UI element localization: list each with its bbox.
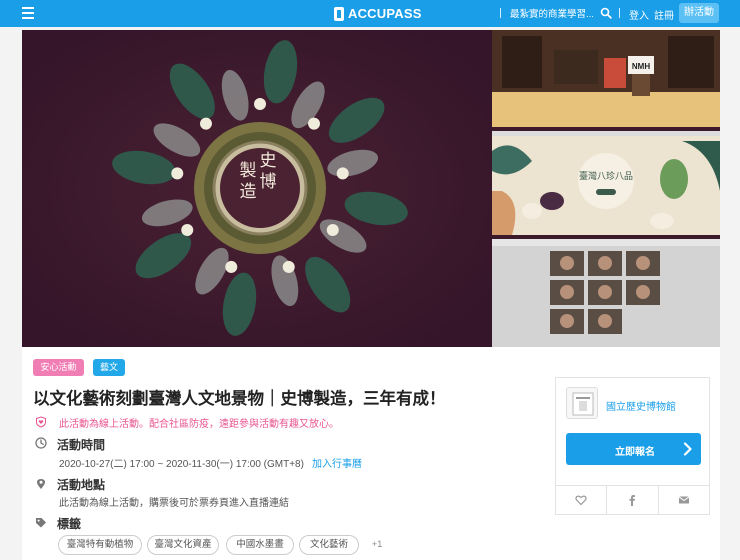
more-tags[interactable]: +1 (372, 539, 382, 549)
tag-icon (36, 518, 46, 528)
tag-chip[interactable]: 文化藝術 (299, 535, 359, 555)
top-navbar: ACCUPASS 最紮實的商業學習... 登入 註冊 辦活動 (0, 0, 740, 27)
heart-icon (575, 495, 587, 506)
search-bar[interactable]: 最紮實的商業學習... (500, 4, 612, 22)
exhibit-title: 臺灣八珍八品 (579, 170, 633, 182)
divider (619, 8, 620, 18)
facebook-icon (629, 495, 636, 506)
badge-char: 博 (260, 172, 277, 192)
share-bar (555, 485, 710, 515)
organizer-avatar[interactable] (566, 387, 598, 419)
floral-wreath-artwork: 史 博 製 造 (22, 30, 492, 347)
nmh-sign: NMH (632, 62, 650, 71)
accupass-logo[interactable]: ACCUPASS (334, 5, 422, 22)
time-value: 2020-10-27(二) 17:00 ~ 2020-11-30(一) 17:0… (59, 455, 362, 470)
tags-heading: 標籤 (57, 517, 82, 531)
email-share-button[interactable] (659, 486, 709, 514)
safe-event-tag[interactable]: 安心活動 (33, 359, 84, 376)
event-title: 以文化藝術刻劃臺灣人文地景物｜史博製造，三年有成！ (33, 390, 446, 408)
location-pin-icon (37, 479, 45, 489)
event-banner: 史 博 製 造 NMH 臺灣八珍八品 (22, 30, 720, 347)
location-value: 此活動為線上活動，購票後可於票券頁進入直播連結 (59, 498, 289, 509)
divider (500, 8, 501, 18)
logo-text: ACCUPASS (348, 6, 422, 21)
banner-thumb-exhibit: 臺灣八珍八品 (492, 131, 720, 235)
banner-thumb-video-call (492, 239, 720, 347)
heart-shield-icon (36, 416, 46, 428)
menu-icon[interactable] (22, 7, 34, 19)
search-input[interactable]: 最紮實的商業學習... (510, 6, 600, 20)
favorite-button[interactable] (556, 486, 608, 514)
badge-char: 史 (260, 151, 277, 171)
organizer-name[interactable]: 國立歷史博物館 (606, 398, 676, 413)
register-now-button[interactable]: 立即報名 (566, 433, 701, 465)
facebook-share-button[interactable] (607, 486, 659, 514)
chevron-right-icon (683, 442, 692, 456)
register-label: 立即報名 (615, 447, 655, 458)
tag-chip[interactable]: 臺灣特有動植物 (58, 535, 142, 555)
logo-mark-icon (334, 6, 344, 21)
time-heading: 活動時間 (57, 438, 106, 452)
add-calendar-link[interactable]: 加入行事曆 (312, 459, 362, 470)
login-link[interactable]: 登入 (629, 7, 649, 22)
art-tag[interactable]: 藝文 (93, 359, 125, 376)
tag-chip[interactable]: 臺灣文化資產 (147, 535, 219, 555)
badge-char: 造 (240, 182, 257, 202)
banner-thumb-museum-room: NMH (492, 30, 720, 127)
online-notice: 此活動為線上活動。配合社區防疫，遠距參與活動有趣又放心。 (59, 419, 339, 430)
register-link[interactable]: 註冊 (654, 7, 674, 22)
badge-char: 製 (240, 161, 257, 181)
location-heading: 活動地點 (57, 478, 106, 492)
search-icon[interactable] (600, 7, 612, 19)
mail-icon (678, 496, 690, 504)
event-datetime: 2020-10-27(二) 17:00 ~ 2020-11-30(一) 17:0… (59, 459, 304, 470)
host-event-button[interactable]: 辦活動 (679, 3, 719, 23)
clock-icon (35, 437, 47, 449)
tag-chip[interactable]: 中國水墨畫 (226, 535, 294, 555)
banner-main-artwork: 史 博 製 造 (22, 30, 492, 347)
